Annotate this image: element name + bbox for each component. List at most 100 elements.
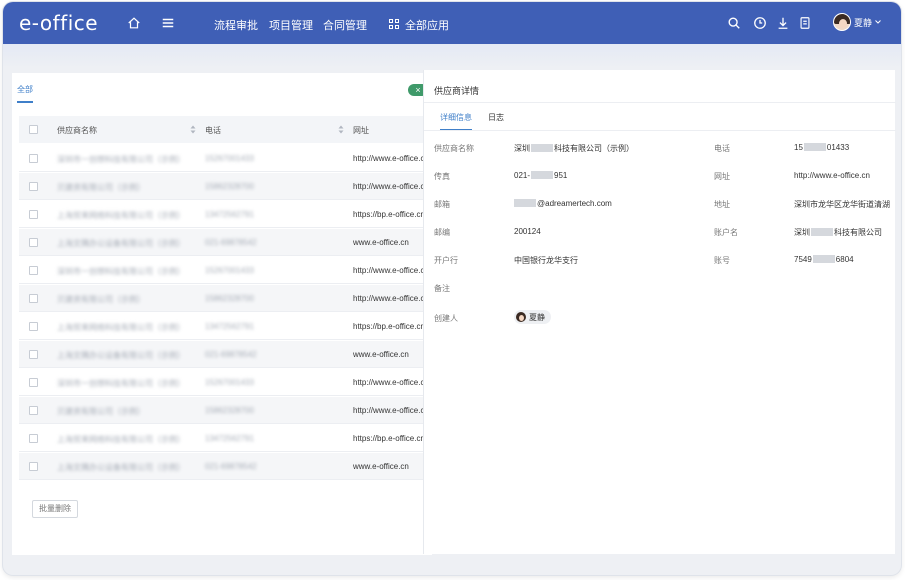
supplier-name: 贝建资有限公司（示例） [57, 407, 145, 416]
supplier-phone: 15862328700 [205, 406, 254, 415]
row-checkbox[interactable] [29, 238, 38, 247]
field-label-email: 邮箱 [434, 200, 450, 209]
supplier-url: https://bp.e-office.cn [353, 210, 425, 219]
app-window: e-office 流程审批 项目管理 合同管理 全部应用 夏静 全部 × 供应商… [3, 2, 901, 575]
nav-workflow[interactable]: 流程审批 [214, 17, 258, 33]
field-label-address: 地址 [714, 200, 730, 209]
clock-icon[interactable] [752, 15, 768, 31]
notebook-icon[interactable] [797, 15, 813, 31]
row-checkbox[interactable] [29, 350, 38, 359]
select-all-checkbox[interactable] [29, 125, 38, 134]
user-menu[interactable]: 夏静 [833, 13, 881, 31]
top-navigation-bar: e-office 流程审批 项目管理 合同管理 全部应用 夏静 [3, 2, 901, 44]
table-row[interactable]: 深圳市一创想科技有限公司（示例） 15267001433 http://www.… [19, 145, 432, 172]
field-label-name: 供应商名称 [434, 144, 474, 153]
row-checkbox[interactable] [29, 406, 38, 415]
tab-log[interactable]: 日志 [488, 112, 504, 129]
supplier-url: http://www.e-office.cn [353, 182, 429, 191]
field-value-name: 深圳 科技有限公司（示例） [514, 144, 634, 153]
row-checkbox[interactable] [29, 322, 38, 331]
table-row[interactable]: 深圳市一创想科技有限公司（示例） 15267001433 http://www.… [19, 369, 432, 396]
apps-grid-icon[interactable] [389, 19, 399, 29]
row-checkbox[interactable] [29, 210, 38, 219]
field-value-email: @adreamertech.com [514, 199, 704, 208]
app-logo[interactable]: e-office [19, 11, 98, 35]
column-header-url[interactable]: 网址 [353, 125, 432, 136]
row-checkbox[interactable] [29, 182, 38, 191]
row-checkbox[interactable] [29, 266, 38, 275]
field-value-account-name: 深圳 科技有限公司 [794, 228, 882, 237]
nav-contracts[interactable]: 合同管理 [323, 17, 367, 33]
supplier-detail-panel: 供应商详情 详细信息 日志 供应商名称 深圳 科技有限公司（示例） 传真 021-… [423, 70, 896, 554]
download-icon[interactable] [775, 15, 791, 31]
supplier-name: 上海文隅办公设备有限公司（示例） [57, 463, 185, 472]
table-row[interactable]: 上海贸来网络科技有限公司（示例） 13472562791 https://bp.… [19, 425, 432, 452]
nav-projects[interactable]: 项目管理 [269, 17, 313, 33]
row-checkbox[interactable] [29, 154, 38, 163]
table-row[interactable]: 上海贸来网络科技有限公司（示例） 13472562791 https://bp.… [19, 313, 432, 340]
column-header-phone[interactable]: 电话 [205, 125, 335, 136]
column-header-name[interactable]: 供应商名称 [57, 125, 187, 136]
supplier-phone: 15267001433 [205, 266, 254, 275]
table-row[interactable]: 贝建资有限公司（示例） 15862328700 http://www.e-off… [19, 173, 432, 200]
supplier-phone: 13472562791 [205, 210, 254, 219]
table-row[interactable]: 上海文隅办公设备有限公司（示例） 021-69878542 www.e-offi… [19, 341, 432, 368]
field-value-fax: 021- 951 [514, 171, 568, 180]
table-row[interactable]: 贝建资有限公司（示例） 15862328700 http://www.e-off… [19, 397, 432, 424]
field-label-creator: 创建人 [434, 314, 458, 323]
field-label-account-name: 账户名 [714, 228, 738, 237]
home-icon[interactable] [126, 15, 142, 31]
filter-tab-all[interactable]: 全部 [17, 84, 33, 103]
field-label-zip: 邮编 [434, 228, 450, 237]
field-value-url[interactable]: http://www.e-office.cn [794, 171, 894, 180]
table-row[interactable]: 贝建资有限公司（示例） 15862328700 http://www.e-off… [19, 285, 432, 312]
supplier-url: www.e-office.cn [353, 238, 409, 247]
supplier-name: 上海文隅办公设备有限公司（示例） [57, 351, 185, 360]
supplier-name: 上海文隅办公设备有限公司（示例） [57, 239, 185, 248]
table-header: 供应商名称 电话 网址 [19, 116, 432, 143]
detail-title: 供应商详情 [434, 86, 480, 96]
menu-icon[interactable] [160, 15, 176, 31]
supplier-phone: 15862328700 [205, 182, 254, 191]
field-label-bank: 开户行 [434, 256, 458, 265]
supplier-phone: 15267001433 [205, 154, 254, 163]
field-label-fax: 传真 [434, 172, 450, 181]
supplier-phone: 021-69878542 [205, 462, 257, 471]
sort-icon[interactable] [189, 124, 197, 134]
creator-name: 夏静 [529, 312, 545, 322]
supplier-name: 上海贸来网络科技有限公司（示例） [57, 211, 185, 220]
avatar [516, 312, 526, 322]
chevron-down-icon [875, 20, 881, 24]
row-checkbox[interactable] [29, 434, 38, 443]
field-label-remark: 备注 [434, 284, 450, 293]
supplier-url: http://www.e-office.cn [353, 154, 429, 163]
tab-details[interactable]: 详细信息 [440, 112, 472, 131]
table-row[interactable]: 上海文隅办公设备有限公司（示例） 021-69878542 www.e-offi… [19, 453, 432, 480]
table-row[interactable]: 上海贸来网络科技有限公司（示例） 13472562791 https://bp.… [19, 201, 432, 228]
supplier-phone: 15862328700 [205, 294, 254, 303]
supplier-phone: 13472562791 [205, 434, 254, 443]
field-value-address: 深圳市龙华区龙华街道清湖 [794, 200, 890, 209]
nav-all-apps[interactable]: 全部应用 [405, 17, 449, 33]
supplier-name: 深圳市一创想科技有限公司（示例） [57, 379, 185, 388]
batch-delete-button[interactable]: 批量删除 [32, 500, 78, 518]
supplier-url: https://bp.e-office.cn [353, 434, 425, 443]
supplier-name: 贝建资有限公司（示例） [57, 183, 145, 192]
field-value-zip: 200124 [514, 227, 541, 236]
table-row[interactable]: 深圳市一创想科技有限公司（示例） 15267001433 http://www.… [19, 257, 432, 284]
sub-toolbar [3, 44, 901, 68]
row-checkbox[interactable] [29, 294, 38, 303]
supplier-name: 深圳市一创想科技有限公司（示例） [57, 267, 185, 276]
supplier-url: www.e-office.cn [353, 350, 409, 359]
search-icon[interactable] [726, 15, 742, 31]
field-label-account-no: 账号 [714, 256, 730, 265]
supplier-url: http://www.e-office.cn [353, 378, 429, 387]
sort-icon[interactable] [337, 124, 345, 134]
supplier-phone: 15267001433 [205, 378, 254, 387]
supplier-phone: 021-69878542 [205, 238, 257, 247]
creator-chip[interactable]: 夏静 [514, 310, 551, 324]
field-label-phone: 电话 [714, 144, 730, 153]
table-row[interactable]: 上海文隅办公设备有限公司（示例） 021-69878542 www.e-offi… [19, 229, 432, 256]
row-checkbox[interactable] [29, 462, 38, 471]
row-checkbox[interactable] [29, 378, 38, 387]
